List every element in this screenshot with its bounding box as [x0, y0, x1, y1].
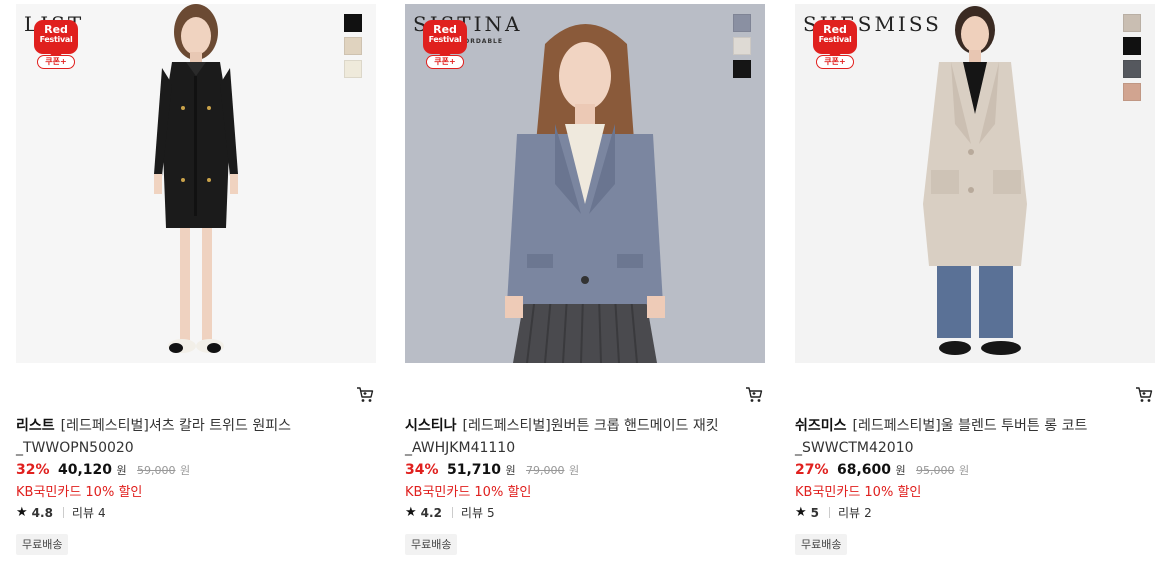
rating-score: 4.8 [31, 505, 53, 520]
rating-row: ★ 4.2 리뷰 5 [405, 504, 495, 521]
discount-rate: 32% [16, 462, 50, 478]
discount-rate: 34% [405, 462, 439, 478]
color-swatches [733, 14, 753, 83]
free-shipping-badge: 무료배송 [795, 534, 848, 555]
divider [451, 507, 453, 518]
currency-label: 원 [116, 464, 127, 477]
cart-icon[interactable] [356, 386, 374, 404]
currency-label: 원 [179, 464, 191, 477]
color-swatch[interactable] [344, 60, 362, 78]
product-brand: 시스티나 [405, 418, 457, 434]
color-swatches [1123, 14, 1143, 106]
rating-row: ★ 4.8 리뷰 4 [16, 504, 106, 521]
product-title[interactable]: 쉬즈미스 [레드페스티벌]울 블렌드 투버튼 롱 코트 _SWWCTM42010 [795, 415, 1135, 459]
color-swatch[interactable] [733, 60, 751, 78]
coupon-label: 쿠폰+ [426, 55, 464, 69]
red-festival-badge: Red Festival 쿠폰+ [34, 20, 78, 70]
price-row: 32% 40,120 원 59,000 원 [16, 462, 190, 478]
free-shipping-badge: 무료배송 [405, 534, 458, 555]
review-label: 리뷰 [71, 506, 95, 520]
sale-price: 51,710 [446, 462, 501, 478]
review-count: 4 [98, 505, 106, 520]
color-swatch[interactable] [1123, 60, 1141, 78]
product-title[interactable]: 시스티나 [레드페스티벌]원버튼 크롭 핸드메이드 재킷 _AWHJKM41110 [405, 415, 745, 459]
product-title[interactable]: 리스트 [레드페스티벌]셔츠 칼라 트위드 원피스 _TWWOPN50020 [16, 415, 356, 459]
divider [829, 507, 831, 518]
red-festival-badge: Red Festival 쿠폰+ [813, 20, 857, 70]
original-price: 59,000 [137, 464, 176, 477]
color-swatch[interactable] [733, 14, 751, 32]
card-promo: KB국민카드 10% 할인 [16, 485, 143, 500]
card-promo: KB국민카드 10% 할인 [405, 485, 532, 500]
cart-icon[interactable] [1135, 386, 1153, 404]
rating-row: ★ 5 리뷰 2 [795, 504, 872, 521]
free-shipping-badge: 무료배송 [16, 534, 69, 555]
review-count: 2 [864, 505, 872, 520]
color-swatch[interactable] [1123, 83, 1141, 101]
original-price: 95,000 [916, 464, 955, 477]
rating-score: 4.2 [420, 505, 442, 520]
color-swatch[interactable] [1123, 37, 1141, 55]
currency-label: 원 [505, 464, 516, 477]
sale-price: 68,600 [836, 462, 891, 478]
product-name: [레드페스티벌]셔츠 칼라 트위드 원피스 _TWWOPN50020 [16, 418, 291, 456]
review-label: 리뷰 [838, 506, 861, 520]
price-row: 27% 68,600 원 95,000 원 [795, 462, 969, 478]
currency-label: 원 [895, 464, 906, 477]
review-label: 리뷰 [460, 506, 484, 520]
sale-price: 40,120 [57, 462, 112, 478]
review-count: 5 [487, 505, 495, 520]
product-image[interactable]: SHESMISS Red Festival 쿠폰+ [795, 4, 1155, 363]
product-card[interactable]: SHESMISS Red Festival 쿠폰+ 쉬즈미스 [레드페스티벌]울 블… [795, 0, 1155, 572]
red-festival-badge: Red Festival 쿠폰+ [423, 20, 467, 70]
discount-rate: 27% [795, 462, 829, 478]
product-card[interactable]: LIST RedFestival 쿠폰+ 리스트[레드페스티벌]셔츠 칼라 트위… [16, 0, 376, 572]
price-row: 34% 51,710 원 79,000 원 [405, 462, 579, 478]
color-swatches [344, 14, 364, 83]
color-swatch[interactable] [733, 37, 751, 55]
original-price: 79,000 [526, 464, 565, 477]
rating-score: 5 [810, 505, 820, 520]
product-image[interactable]: SISTINA FORDABLE Red Festival 쿠폰+ [405, 4, 765, 363]
star-icon: ★ [405, 505, 417, 520]
star-icon: ★ [795, 505, 807, 520]
divider [62, 507, 64, 518]
product-brand: 리스트 [16, 418, 55, 434]
star-icon: ★ [16, 505, 28, 520]
cart-icon[interactable] [745, 386, 763, 404]
color-swatch[interactable] [344, 14, 362, 32]
product-image[interactable]: LIST RedFestival 쿠폰+ [16, 4, 376, 363]
coupon-label: 쿠폰+ [37, 55, 75, 69]
card-promo: KB국민카드 10% 할인 [795, 485, 922, 500]
currency-label: 원 [568, 464, 580, 477]
coupon-label: 쿠폰+ [816, 55, 854, 69]
color-swatch[interactable] [1123, 14, 1141, 32]
currency-label: 원 [958, 464, 970, 477]
product-card[interactable]: SISTINA FORDABLE Red Festival 쿠폰+ 시스티나 [레드… [405, 0, 765, 572]
color-swatch[interactable] [344, 37, 362, 55]
product-brand: 쉬즈미스 [795, 418, 847, 434]
